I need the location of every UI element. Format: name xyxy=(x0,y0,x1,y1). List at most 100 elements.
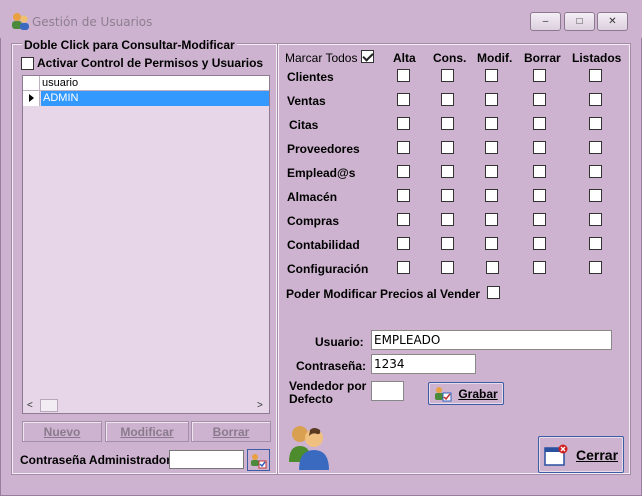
permission-checkbox[interactable] xyxy=(589,261,602,274)
users-app-icon xyxy=(12,13,29,30)
admin-password-label: Contraseña Administrador: xyxy=(20,453,175,467)
maximize-button[interactable]: □ xyxy=(564,12,595,31)
users-group-title: Doble Click para Consultar-Modificar xyxy=(22,38,237,52)
permission-checkbox[interactable] xyxy=(397,261,410,274)
close-icon: ✕ xyxy=(608,16,617,27)
permission-checkbox[interactable] xyxy=(397,237,410,250)
permission-checkbox[interactable] xyxy=(397,69,410,82)
permissions-group xyxy=(277,43,631,475)
admin-login-button[interactable] xyxy=(247,449,270,471)
key-users-icon xyxy=(251,453,267,468)
permission-checkbox[interactable] xyxy=(441,261,454,274)
permission-checkbox[interactable] xyxy=(485,213,498,226)
permission-checkbox[interactable] xyxy=(533,237,546,250)
permission-checkbox[interactable] xyxy=(485,117,498,130)
permission-checkbox[interactable] xyxy=(589,165,602,178)
permission-checkbox[interactable] xyxy=(485,69,498,82)
permission-checkbox[interactable] xyxy=(589,93,602,106)
module-label: Clientes xyxy=(287,70,334,84)
activar-checkbox-box[interactable] xyxy=(21,56,34,70)
table-row[interactable]: ADMIN xyxy=(23,91,269,106)
cerrar-button[interactable]: Cerrar xyxy=(538,436,624,473)
permission-checkbox[interactable] xyxy=(533,165,546,178)
admin-password-input[interactable] xyxy=(169,450,244,469)
close-window-button[interactable]: ✕ xyxy=(597,12,628,31)
scroll-left-icon[interactable]: < xyxy=(27,400,33,411)
vendedor-input[interactable] xyxy=(371,381,404,401)
permission-checkbox[interactable] xyxy=(485,93,498,106)
permission-checkbox[interactable] xyxy=(397,93,410,106)
permission-checkbox[interactable] xyxy=(589,141,602,154)
permission-checkbox[interactable] xyxy=(589,213,602,226)
cerrar-label: Cerrar xyxy=(575,446,619,463)
permission-checkbox[interactable] xyxy=(589,69,602,82)
module-label: Emplead@s xyxy=(287,166,356,180)
permission-checkbox[interactable] xyxy=(397,141,410,154)
minimize-button[interactable]: – xyxy=(530,12,561,31)
permission-checkbox[interactable] xyxy=(441,237,454,250)
module-label: Configuración xyxy=(287,262,369,276)
marcar-todos-checkbox[interactable] xyxy=(361,50,374,63)
scroll-right-icon[interactable]: > xyxy=(257,400,263,411)
permission-checkbox[interactable] xyxy=(485,165,498,178)
permission-checkbox[interactable] xyxy=(397,165,410,178)
permission-checkbox[interactable] xyxy=(485,189,498,202)
permission-checkbox[interactable] xyxy=(486,261,499,274)
modificar-button[interactable]: Modificar xyxy=(105,421,189,442)
permission-checkbox[interactable] xyxy=(441,93,454,106)
vendedor-label-line2: Defecto xyxy=(289,392,334,406)
grabar-label: Grabar xyxy=(458,386,498,401)
password-input[interactable]: 1234 xyxy=(371,354,476,374)
horizontal-scrollbar[interactable]: < > xyxy=(23,398,269,413)
permission-checkbox[interactable] xyxy=(533,213,546,226)
module-label: Almacén xyxy=(287,190,338,204)
permission-checkbox[interactable] xyxy=(533,261,546,274)
module-label: Citas xyxy=(289,118,319,132)
save-users-icon xyxy=(435,386,452,401)
permission-checkbox[interactable] xyxy=(441,213,454,226)
password-label: Contraseña: xyxy=(296,359,367,373)
column-cons: Cons. xyxy=(433,51,467,65)
activar-label: Activar Control de Permisos y Usuarios xyxy=(37,56,264,70)
permission-checkbox[interactable] xyxy=(441,165,454,178)
permission-checkbox[interactable] xyxy=(397,189,410,202)
permission-checkbox[interactable] xyxy=(441,189,454,202)
users-grid[interactable]: usuario ADMIN < > xyxy=(22,75,270,414)
row-indicator-icon xyxy=(23,91,40,106)
permission-checkbox[interactable] xyxy=(485,141,498,154)
permission-checkbox[interactable] xyxy=(589,117,602,130)
permission-checkbox[interactable] xyxy=(533,93,546,106)
permission-checkbox[interactable] xyxy=(533,117,546,130)
grid-header: usuario xyxy=(23,76,269,91)
column-listados: Listados xyxy=(572,51,622,65)
poder-modificar-checkbox[interactable] xyxy=(487,286,500,299)
permission-checkbox[interactable] xyxy=(397,213,410,226)
permission-checkbox[interactable] xyxy=(589,237,602,250)
permission-checkbox[interactable] xyxy=(485,237,498,250)
user-cell[interactable]: ADMIN xyxy=(41,91,269,106)
permission-checkbox[interactable] xyxy=(397,117,410,130)
nuevo-button[interactable]: Nuevo xyxy=(22,421,102,442)
grid-corner xyxy=(23,76,40,91)
permission-checkbox[interactable] xyxy=(589,189,602,202)
minimize-icon: – xyxy=(542,16,549,27)
usuario-label: Usuario: xyxy=(315,335,364,349)
borrar-button[interactable]: Borrar xyxy=(191,421,271,442)
scrollbar-thumb[interactable] xyxy=(40,399,58,412)
column-header-usuario[interactable]: usuario xyxy=(42,77,78,89)
permission-checkbox[interactable] xyxy=(533,69,546,82)
vendedor-label-line1: Vendedor por xyxy=(289,379,367,393)
permission-checkbox[interactable] xyxy=(441,69,454,82)
poder-modificar-label: Poder Modificar Precios al Vender xyxy=(286,287,481,301)
permission-checkbox[interactable] xyxy=(441,117,454,130)
usuario-input[interactable]: EMPLEADO xyxy=(371,330,612,350)
column-modif: Modif. xyxy=(477,51,513,65)
permission-checkbox[interactable] xyxy=(441,141,454,154)
module-label: Proveedores xyxy=(287,142,360,156)
users-icon xyxy=(289,426,329,470)
permission-checkbox[interactable] xyxy=(533,189,546,202)
activar-control-checkbox[interactable]: Activar Control de Permisos y Usuarios xyxy=(21,56,263,70)
permission-checkbox[interactable] xyxy=(533,141,546,154)
grabar-button[interactable]: Grabar xyxy=(428,382,504,405)
module-label: Compras xyxy=(287,214,340,228)
